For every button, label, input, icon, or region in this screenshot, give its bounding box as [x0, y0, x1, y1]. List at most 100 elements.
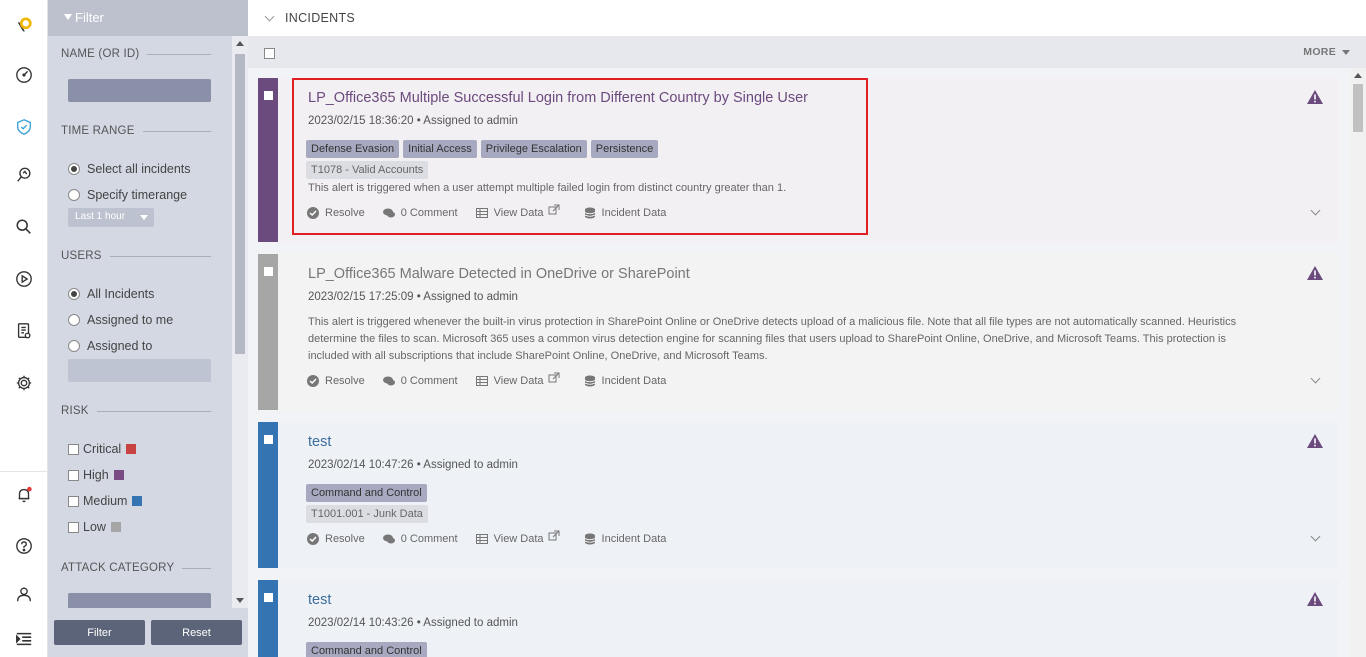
view-data-link[interactable]: View Data [475, 530, 566, 545]
user-profile-icon[interactable] [13, 583, 35, 605]
check-circle-icon [307, 533, 319, 545]
incidents-shield-icon[interactable] [13, 116, 35, 138]
notifications-bell-icon[interactable] [13, 484, 35, 506]
table-icon [475, 376, 488, 386]
incident-data-link[interactable]: Incident Data [584, 533, 666, 545]
tactic-tag[interactable]: Command and Control [306, 484, 427, 502]
tactic-tags: Command and Control [306, 484, 427, 502]
incident-description: This alert is triggered whenever the bui… [308, 316, 1237, 362]
dashboard-icon[interactable] [13, 64, 35, 86]
assigned-to-input[interactable] [68, 359, 211, 382]
incident-meta: 2023/02/14 10:47:26 • Assigned to admin [308, 459, 518, 471]
incident-list: LP_Office365 Multiple Successful Login f… [248, 68, 1350, 657]
filter-button[interactable]: Filter [54, 620, 145, 645]
incident-list-scrollbar[interactable] [1350, 68, 1366, 657]
risk-bar-medium [258, 580, 278, 657]
risk-low-checkbox[interactable]: Low [68, 520, 121, 534]
expand-chevron-icon[interactable] [1310, 373, 1321, 384]
incident-card[interactable]: test 2023/02/14 10:47:26 • Assigned to a… [258, 422, 1339, 568]
app-nav-rail [0, 0, 48, 657]
tactic-tag[interactable]: Command and Control [306, 642, 427, 657]
incidents-header[interactable]: INCIDENTS [248, 0, 1366, 36]
incident-select-checkbox[interactable] [264, 267, 273, 276]
expand-chevron-icon[interactable] [1310, 205, 1321, 216]
table-icon [475, 534, 488, 544]
name-id-input[interactable] [68, 79, 211, 102]
incidents-main: INCIDENTS MORE LP_Office365 Multiple Suc… [248, 0, 1366, 657]
reports-icon[interactable] [13, 320, 35, 342]
incident-select-checkbox[interactable] [264, 91, 273, 100]
risk-bar-low [258, 254, 278, 410]
more-menu-button[interactable]: MORE [1303, 46, 1350, 58]
expand-chevron-icon[interactable] [1310, 531, 1321, 542]
users-assigned-to-radio[interactable]: Assigned to [68, 339, 152, 353]
chevron-down-icon [1342, 49, 1350, 55]
scroll-down-icon[interactable] [236, 598, 244, 603]
scroll-up-icon[interactable] [1354, 73, 1362, 78]
incident-card[interactable]: LP_Office365 Malware Detected in OneDriv… [258, 254, 1339, 410]
incident-select-checkbox[interactable] [264, 593, 273, 602]
incident-meta: 2023/02/14 10:43:26 • Assigned to admin [308, 617, 518, 629]
users-all-radio[interactable]: All Incidents [68, 287, 154, 301]
warning-triangle-icon [1307, 90, 1323, 104]
warning-triangle-icon [1307, 592, 1323, 606]
risk-medium-checkbox[interactable]: Medium [68, 494, 143, 508]
reset-button[interactable]: Reset [151, 620, 242, 645]
search-icon[interactable] [13, 216, 35, 238]
resolve-button[interactable]: Resolve [307, 533, 365, 545]
comment-icon [382, 534, 395, 544]
filter-footer: Filter Reset [48, 608, 248, 657]
risk-high-checkbox[interactable]: High [68, 468, 124, 482]
incident-card[interactable]: test 2023/02/14 10:43:26 • Assigned to a… [258, 580, 1339, 657]
playbook-play-icon[interactable] [13, 268, 35, 290]
filter-header[interactable]: Filter [48, 0, 248, 36]
risk-bar-medium [258, 422, 278, 568]
risk-section-title: RISK [61, 405, 211, 417]
external-link-icon [548, 372, 560, 383]
check-circle-icon [307, 375, 319, 387]
tactic-tags: Command and Control [306, 642, 427, 657]
incident-title[interactable]: test [308, 434, 331, 450]
help-question-icon[interactable] [13, 535, 35, 557]
time-range-section-title: TIME RANGE [61, 125, 211, 137]
rail-divider [0, 471, 48, 472]
time-all-radio[interactable]: Select all incidents [68, 162, 191, 176]
database-icon [584, 533, 595, 545]
settings-gear-icon[interactable] [13, 372, 35, 394]
incident-data-link[interactable]: Incident Data [584, 375, 666, 387]
incident-meta: 2023/02/15 17:25:09 • Assigned to admin [308, 291, 518, 303]
incident-title[interactable]: LP_Office365 Malware Detected in OneDriv… [308, 266, 690, 282]
warning-triangle-icon [1307, 266, 1323, 280]
filter-header-label: Filter [75, 10, 104, 25]
filter-scrollbar[interactable] [232, 36, 248, 608]
filter-funnel-icon [64, 14, 72, 20]
select-all-checkbox[interactable] [264, 48, 275, 59]
comment-button[interactable]: 0 Comment [382, 375, 458, 387]
risk-critical-swatch [126, 444, 137, 454]
collapse-menu-icon[interactable] [13, 628, 35, 650]
logpoint-logo-icon[interactable] [13, 15, 35, 37]
warning-triangle-icon [1307, 434, 1323, 448]
filter-body: NAME (OR ID) TIME RANGE Select all incid… [48, 36, 232, 608]
technique-tag[interactable]: T1001.001 - Junk Data [306, 505, 428, 523]
scroll-up-icon[interactable] [236, 41, 244, 46]
incident-select-checkbox[interactable] [264, 435, 273, 444]
risk-high-swatch [113, 470, 124, 480]
resolve-button[interactable]: Resolve [307, 375, 365, 387]
time-specify-radio[interactable]: Specify timerange [68, 188, 187, 202]
users-me-radio[interactable]: Assigned to me [68, 313, 173, 327]
attack-category-section-title: ATTACK CATEGORY [61, 562, 211, 574]
risk-critical-checkbox[interactable]: Critical [68, 442, 137, 456]
risk-low-swatch [110, 522, 121, 532]
incident-title[interactable]: test [308, 592, 331, 608]
chevron-down-icon[interactable] [264, 11, 275, 21]
risk-bar-high [258, 78, 278, 242]
users-section-title: USERS [61, 250, 211, 262]
search-analytics-icon[interactable] [13, 164, 35, 186]
incident-actions: Resolve 0 Comment View Data Incident Dat… [307, 530, 684, 545]
attack-category-input[interactable] [68, 593, 211, 608]
comment-button[interactable]: 0 Comment [382, 533, 458, 545]
view-data-link[interactable]: View Data [475, 372, 566, 387]
time-range-select[interactable]: Last 1 hour [68, 208, 154, 227]
database-icon [584, 375, 595, 387]
